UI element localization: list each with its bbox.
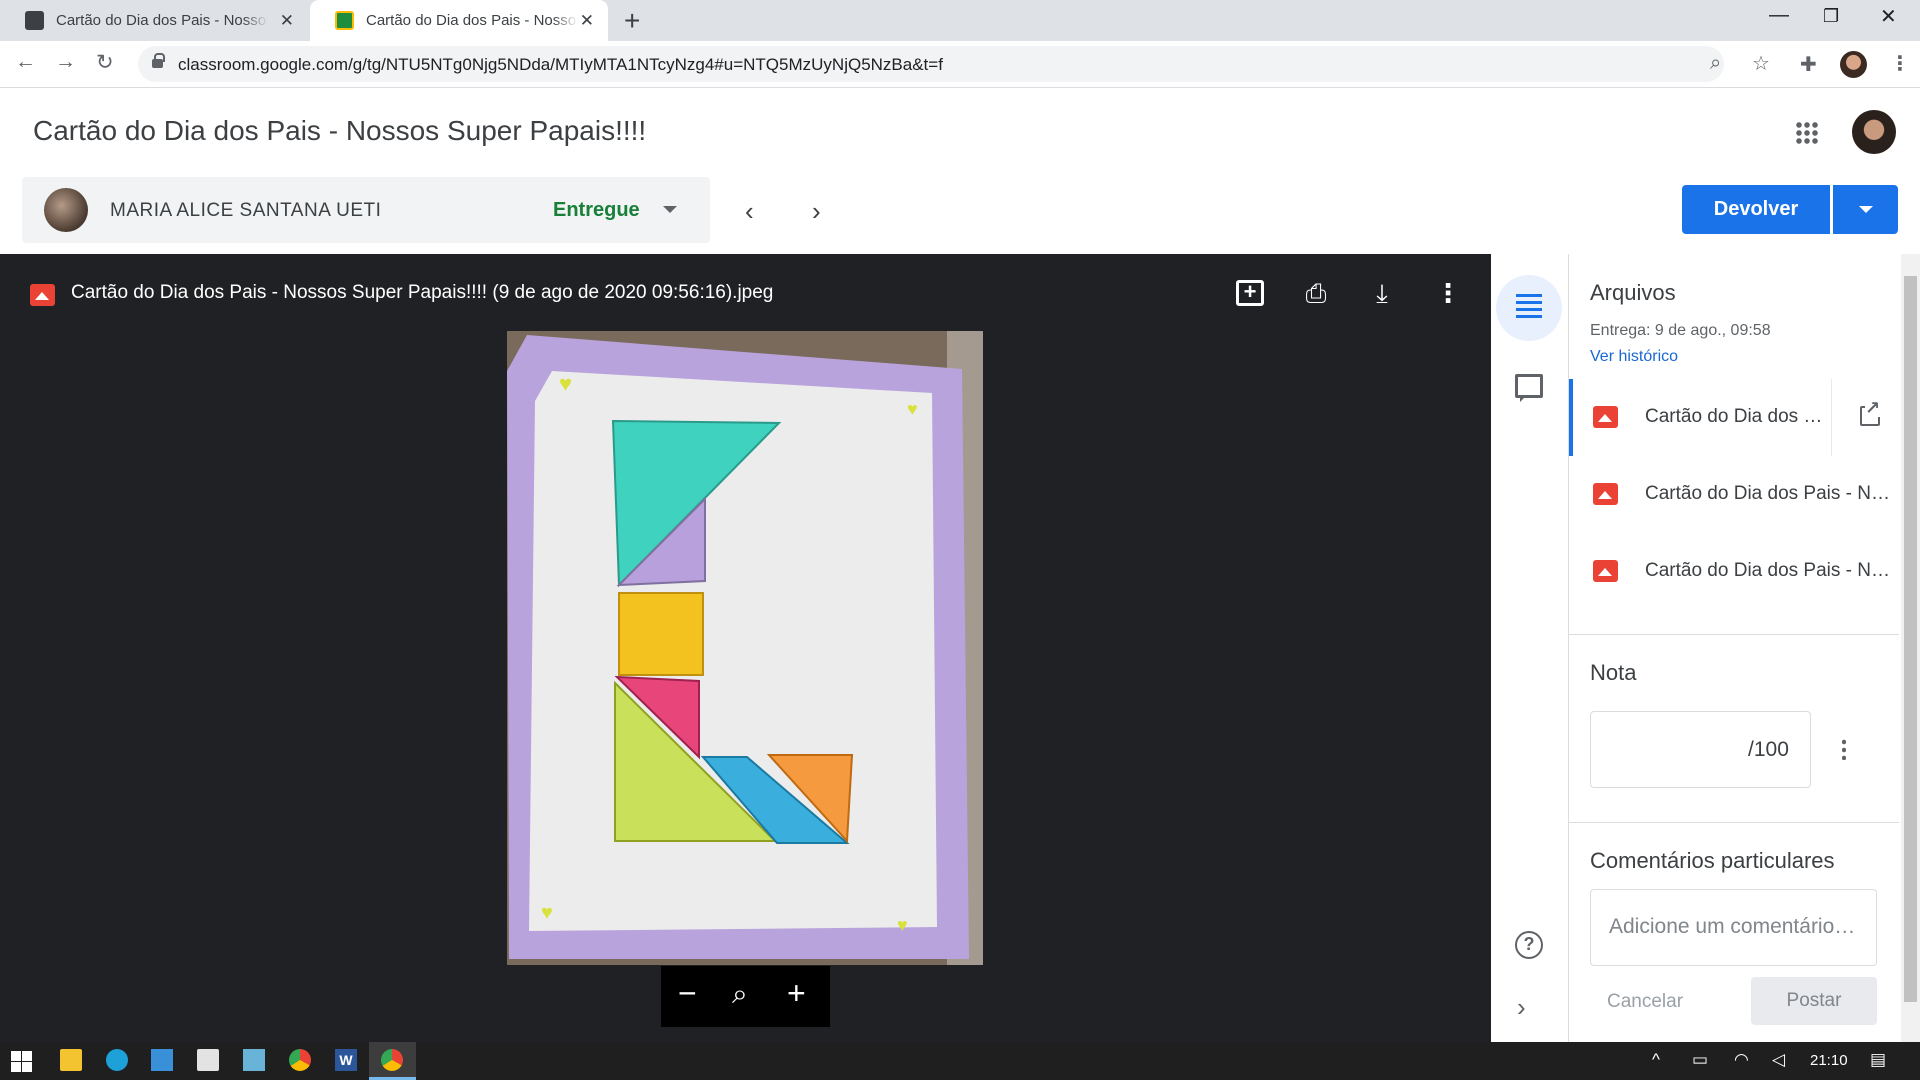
wifi-icon[interactable]: ◠ [1734,1050,1749,1070]
grade-max: /100 [1748,738,1789,761]
assignment-list-icon[interactable] [1516,294,1542,322]
page-title: Cartão do Dia dos Pais - Nossos Super Pa… [33,115,647,146]
reload-icon[interactable]: ↻ [96,50,114,75]
forward-icon[interactable]: → [55,50,76,74]
add-comment-icon[interactable]: + [1236,280,1264,306]
zoom-in-icon[interactable]: + [787,975,806,1012]
student-avatar [44,188,88,232]
student-name: MARIA ALICE SANTANA UETI [110,200,382,221]
file-list-item[interactable]: Cartão do Dia dos Pais - Nossos Super Pa… [1569,379,1901,456]
chrome-icon[interactable] [289,1049,311,1071]
scrollbar-thumb[interactable] [1904,276,1917,1002]
file-explorer-icon[interactable] [60,1049,82,1071]
back-icon[interactable]: ← [15,50,36,74]
svg-text:♥: ♥ [541,902,553,924]
viewer-file-title: Cartão do Dia dos Pais - Nossos Super Pa… [71,282,774,303]
more-options-icon[interactable]: ⋮ [1431,276,1465,310]
chrome-active-icon[interactable] [381,1049,403,1071]
browser-tab[interactable]: Cartão do Dia dos Pais - Nossos Super Pa… [0,0,308,41]
private-comments-heading: Comentários particulares [1590,848,1835,873]
previous-student-icon[interactable]: ‹ [745,196,754,227]
zoom-out-icon[interactable]: − [678,975,697,1012]
file-name: Cartão do Dia dos Pais - Nossos Super Pa… [1645,406,1823,427]
help-icon[interactable]: ? [1515,931,1543,959]
divider [1569,634,1899,635]
print-icon[interactable]: ⎙ [1299,276,1333,310]
divider [1569,822,1899,823]
file-name: Cartão do Dia dos Pais - Nossos Super Pa… [1645,560,1890,581]
svg-text:♥: ♥ [559,371,572,396]
store-icon[interactable] [197,1049,219,1071]
image-file-icon [1593,406,1618,428]
classroom-favicon-icon [25,11,44,30]
browser-menu-icon[interactable]: ⋮ [1890,51,1910,76]
view-history-link[interactable]: Ver histórico [1590,348,1678,366]
lock-icon[interactable] [152,53,165,68]
browser-tab-active[interactable]: Cartão do Dia dos Pais - Nossos Super Pa… [310,0,608,41]
new-tab-icon[interactable]: + [624,5,640,37]
chevron-down-icon[interactable] [663,206,677,213]
edge-icon[interactable] [106,1049,128,1071]
minimize-icon[interactable]: — [1769,4,1789,27]
tray-overflow-icon[interactable]: ^ [1652,1050,1660,1070]
return-button[interactable]: Devolver [1682,185,1830,234]
taskbar-clock[interactable]: 21:10 [1810,1052,1848,1069]
notes-icon[interactable] [243,1049,265,1071]
cancel-button[interactable]: Cancelar [1607,991,1683,1013]
tab-title: Cartão do Dia dos Pais - Nossos Super Pa… [366,12,578,29]
grade-more-options-icon[interactable] [1842,738,1846,760]
download-icon[interactable]: ⤓ [1365,276,1399,310]
windows-taskbar [0,1042,1920,1080]
extensions-icon[interactable]: ✚ [1800,52,1817,77]
open-external-icon[interactable] [1860,399,1881,426]
submitted-card-image: ♥ ♥ ♥ ♥ [507,331,983,965]
account-avatar[interactable] [1852,110,1896,154]
browser-profile-avatar[interactable] [1840,51,1867,78]
file-name: Cartão do Dia dos Pais - Nossos Super Pa… [1645,483,1890,504]
next-student-icon[interactable]: › [812,196,821,227]
zoom-icon[interactable]: ⌕ [1710,52,1721,75]
zoom-reset-icon[interactable]: ⌕ [732,978,748,1011]
image-file-icon [1593,483,1618,505]
private-comment-input[interactable]: Adicione um comentário particular... [1590,889,1877,966]
expand-panel-icon[interactable]: › [1517,992,1526,1023]
close-tab-icon[interactable]: ✕ [580,11,594,31]
close-window-icon[interactable]: ✕ [1880,4,1897,29]
divider [1831,379,1832,456]
submission-status: Entregue [553,199,640,221]
classroom-favicon-icon [335,11,354,30]
image-file-icon [1593,560,1618,582]
files-heading: Arquivos [1590,280,1676,305]
file-list-item[interactable]: Cartão do Dia dos Pais - Nossos Super Pa… [1569,456,1901,533]
return-options-button[interactable] [1833,185,1898,234]
battery-icon[interactable]: ▭ [1692,1050,1708,1070]
tab-title: Cartão do Dia dos Pais - Nossos Super Pa… [56,12,268,29]
svg-text:♥: ♥ [907,399,918,419]
notifications-icon[interactable]: ▤ [1870,1050,1886,1070]
google-apps-icon[interactable] [1795,121,1819,145]
grade-heading: Nota [1590,660,1637,685]
close-tab-icon[interactable]: ✕ [280,11,294,31]
image-file-icon [30,284,55,306]
volume-icon[interactable]: ◁ [1772,1050,1785,1070]
bookmark-star-icon[interactable]: ☆ [1752,51,1770,76]
side-rail [1491,254,1569,1042]
submission-time: Entrega: 9 de ago., 09:58 [1590,322,1771,339]
windows-start-icon[interactable] [11,1051,32,1072]
mail-icon[interactable] [151,1049,173,1071]
file-list-item[interactable]: Cartão do Dia dos Pais - Nossos Super Pa… [1569,533,1901,610]
svg-text:♥: ♥ [897,915,908,935]
post-button[interactable]: Postar [1751,977,1877,1025]
url-text[interactable]: classroom.google.com/g/tg/NTU5NTg0Njg5ND… [178,55,943,75]
word-icon[interactable]: W [335,1049,357,1071]
maximize-icon[interactable]: ❐ [1823,6,1839,27]
comment-bank-icon[interactable] [1515,374,1543,402]
